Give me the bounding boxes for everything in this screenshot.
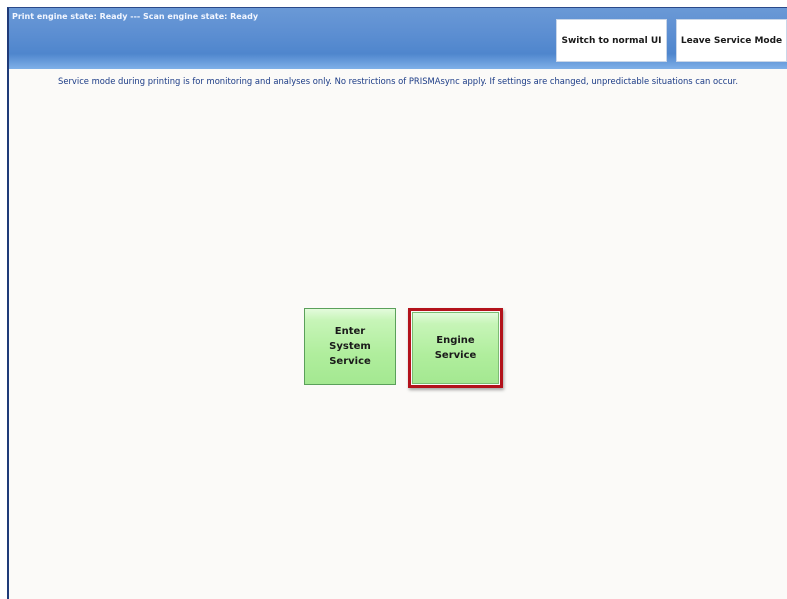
engine-service-button[interactable]: Engine Service — [412, 312, 499, 384]
switch-to-normal-ui-button[interactable]: Switch to normal UI — [556, 19, 667, 62]
engine-service-label: Engine Service — [434, 335, 477, 361]
enter-system-service-button[interactable]: Enter System Service — [304, 308, 396, 385]
leave-service-mode-button[interactable]: Leave Service Mode — [676, 19, 787, 62]
engine-status-text: Print engine state: Ready --- Scan engin… — [12, 12, 259, 21]
service-mode-notice: Service mode during printing is for moni… — [58, 76, 738, 86]
service-mode-window: Print engine state: Ready --- Scan engin… — [7, 7, 787, 599]
engine-service-highlight: Engine Service — [408, 308, 503, 388]
enter-system-service-label: Enter System Service — [329, 326, 371, 367]
header-bar: Print engine state: Ready --- Scan engin… — [9, 8, 787, 69]
